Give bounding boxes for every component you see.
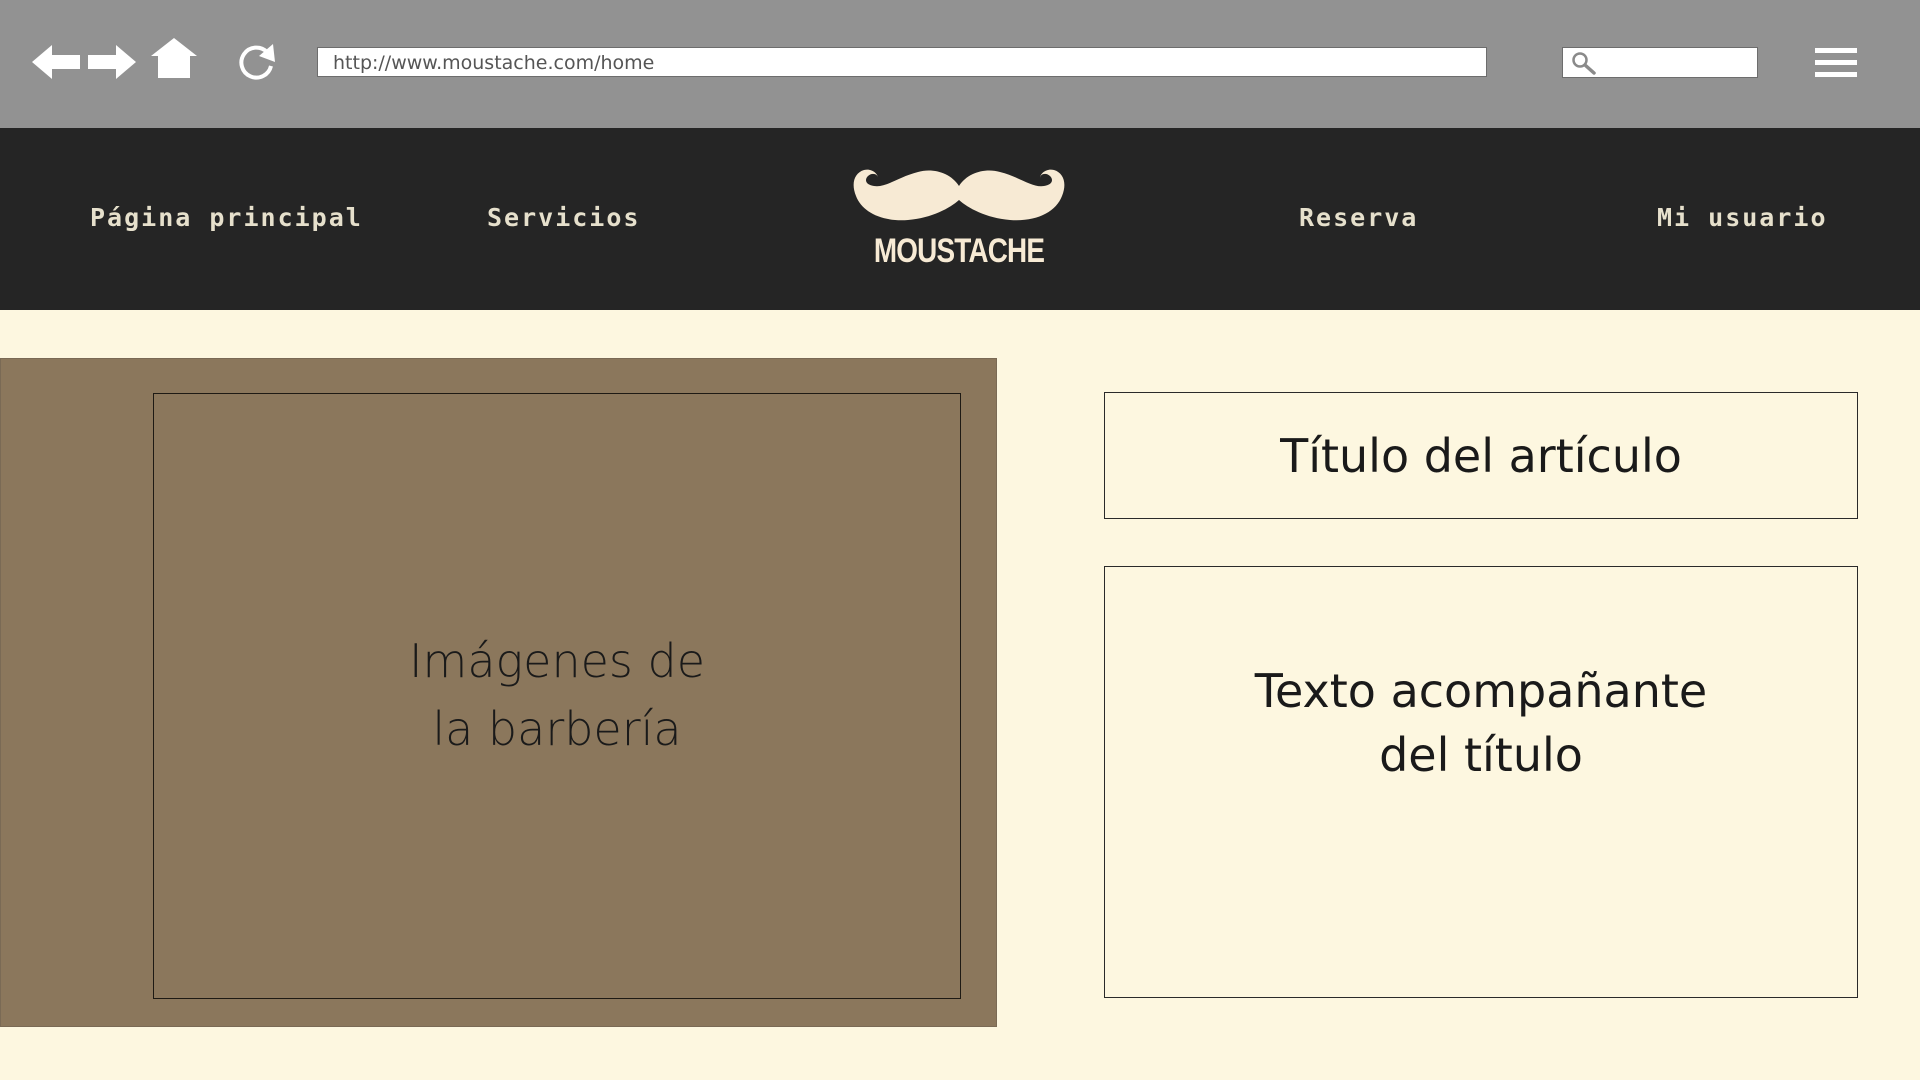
menu-icon bbox=[1815, 48, 1857, 77]
image-panel: Imágenes de la barbería bbox=[0, 358, 997, 1027]
logo[interactable]: MOUSTACHE bbox=[852, 168, 1066, 278]
browser-toolbar bbox=[0, 0, 1920, 128]
back-icon bbox=[32, 45, 80, 79]
url-input[interactable] bbox=[317, 47, 1487, 77]
logo-text: MOUSTACHE bbox=[873, 232, 1045, 270]
article-text-box: Texto acompañante del título bbox=[1104, 566, 1858, 998]
menu-button[interactable] bbox=[1815, 48, 1857, 83]
nav-link-home[interactable]: Página principal bbox=[90, 203, 363, 235]
home-button[interactable] bbox=[151, 38, 197, 80]
forward-button[interactable] bbox=[86, 45, 136, 79]
moustache-icon bbox=[853, 169, 1065, 221]
home-icon bbox=[151, 38, 197, 78]
image-caption: Imágenes de la barbería bbox=[408, 634, 705, 756]
back-button[interactable] bbox=[32, 45, 82, 79]
article-text: Texto acompañante del título bbox=[1254, 664, 1708, 782]
search-icon bbox=[1571, 51, 1597, 80]
nav-link-services[interactable]: Servicios bbox=[487, 203, 640, 235]
article-title: Título del artículo bbox=[1280, 428, 1682, 483]
refresh-icon bbox=[239, 44, 275, 80]
nav-link-user[interactable]: Mi usuario bbox=[1657, 203, 1828, 235]
article-title-box: Título del artículo bbox=[1104, 392, 1858, 519]
nav-link-booking[interactable]: Reserva bbox=[1299, 203, 1418, 235]
site-header: Página principal Servicios MOUSTACHE Res… bbox=[0, 128, 1920, 310]
refresh-button[interactable] bbox=[235, 42, 277, 84]
search-input[interactable] bbox=[1562, 47, 1758, 78]
forward-icon bbox=[88, 45, 136, 79]
image-placeholder: Imágenes de la barbería bbox=[153, 393, 961, 999]
